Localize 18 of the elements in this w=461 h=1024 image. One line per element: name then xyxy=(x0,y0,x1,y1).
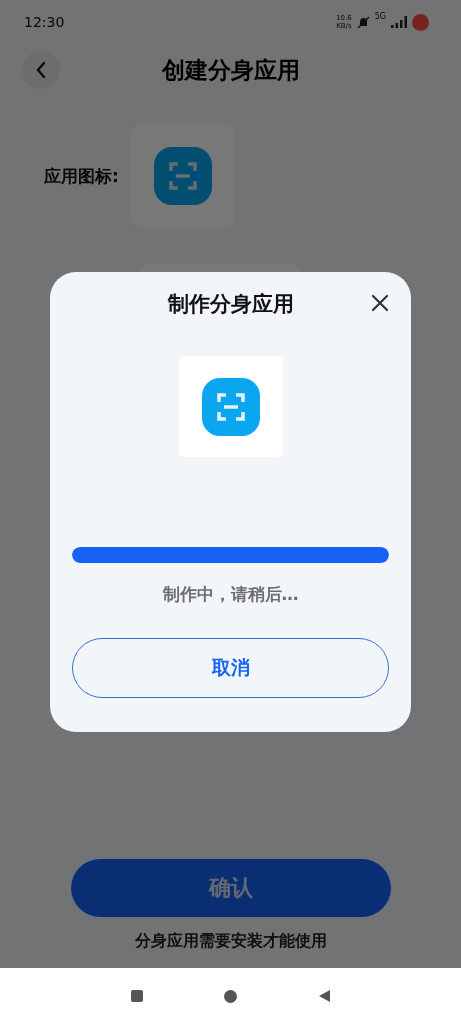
footnote: 分身应用需要安装才能使用 xyxy=(134,931,327,952)
recents-icon[interactable] xyxy=(130,990,143,1002)
home-icon[interactable] xyxy=(224,989,238,1003)
network-type: 5G xyxy=(374,11,386,21)
back-button[interactable] xyxy=(22,51,60,89)
chevron-left-icon xyxy=(35,61,47,79)
field-label: 应用图标: xyxy=(44,164,119,188)
page-title: 创建分身应用 xyxy=(160,55,301,85)
signal-icon xyxy=(391,16,407,28)
scan-app-icon xyxy=(153,147,212,205)
back-icon[interactable] xyxy=(319,990,331,1002)
progress-status: 制作中，请稍后… xyxy=(162,583,299,606)
app-icon-tile[interactable] xyxy=(130,124,235,228)
dialog-title: 制作分身应用 xyxy=(167,291,294,318)
battery-icon xyxy=(412,13,429,31)
bell-off-icon xyxy=(356,15,370,29)
scan-app-icon xyxy=(201,377,260,436)
status-time: 12:30 xyxy=(24,14,65,30)
